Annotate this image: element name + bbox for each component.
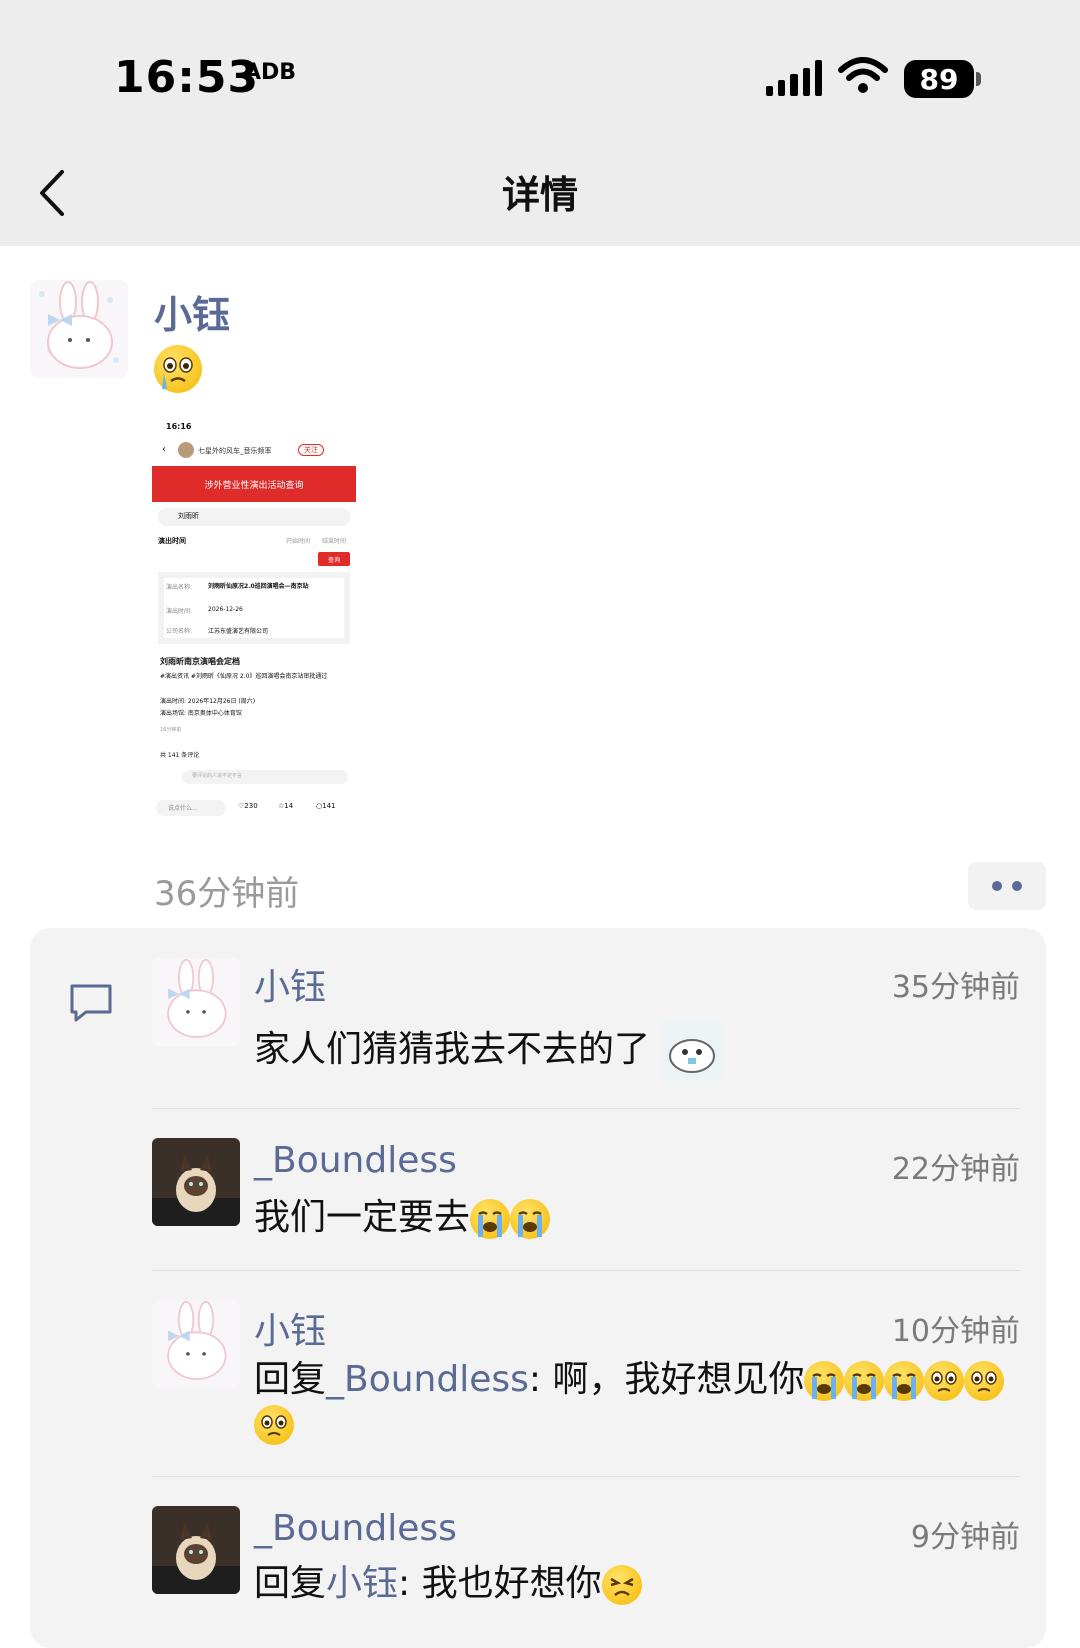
teary-emoji-icon	[154, 345, 202, 393]
poster-avatar[interactable]	[30, 280, 128, 378]
more-dots-icon[interactable]	[968, 862, 1046, 910]
crying-emoji-icon	[844, 1361, 885, 1401]
shot-field1-value: 刘雨昕仙原况2.0巡回演唱会—南京站	[208, 583, 309, 590]
comment-time: 22分钟前	[891, 1152, 1020, 1187]
comment-avatar[interactable]	[152, 1138, 240, 1226]
shot-banner: 涉外营业性演出活动查询	[152, 466, 356, 502]
comment-avatar[interactable]	[152, 958, 240, 1046]
comment-time: 10分钟前	[891, 1314, 1020, 1349]
comment-time: 35分钟前	[891, 970, 1020, 1005]
page-title: 详情	[501, 173, 578, 217]
shot-follow-button: 关注	[298, 444, 324, 456]
shot-time-label: 演出时间	[158, 537, 186, 545]
comment-text: 回复小钰: 我也好想你	[254, 1562, 642, 1606]
comment-avatar[interactable]	[152, 1300, 240, 1388]
comment-text: 我们一定要去	[254, 1196, 551, 1240]
status-time: 16:53	[114, 52, 260, 103]
comment-author[interactable]: _Boundless	[254, 1508, 457, 1549]
shot-date-end: 结束时间	[322, 538, 347, 545]
shot-field2-label: 演出时间:	[166, 608, 193, 615]
comment-author[interactable]: 小钰	[254, 1302, 326, 1354]
shot-line2: 演出时间: 2026年12月26日 (周六)	[160, 698, 256, 705]
shot-query-button: 查询	[318, 552, 350, 566]
shot-line3: 演出场馆: 南京奥体中心体育馆	[160, 710, 242, 717]
comment-author[interactable]: 小钰	[254, 958, 326, 1010]
teary-emoji-icon	[924, 1361, 965, 1401]
shot-header-user: 七星外的风车_音乐频率	[198, 447, 272, 455]
poster-name[interactable]: 小钰	[154, 284, 230, 339]
shot-back-icon: ‹	[162, 444, 166, 455]
signal-icon	[766, 60, 823, 96]
shot-date-start: 开始时间	[286, 538, 311, 545]
shot-avatar	[178, 442, 194, 458]
status-extra: ADB	[244, 60, 297, 85]
shot-status-time: 16:16	[166, 422, 192, 431]
comment-time: 9分钟前	[910, 1520, 1020, 1555]
post-image[interactable]: 16:16 ‹ 七星外的风车_音乐频率 关注 涉外营业性演出活动查询 刘雨昕 演…	[152, 410, 356, 830]
divider	[152, 1108, 1020, 1109]
shot-stars: ☆14	[278, 802, 294, 810]
teary-emoji-icon	[254, 1405, 294, 1445]
comment-bubble-icon	[70, 984, 112, 1022]
teary-emoji-icon	[964, 1361, 1005, 1401]
shot-post-age: 16分钟前	[160, 727, 182, 733]
battery-tip	[976, 72, 981, 86]
angry-emoji-icon	[601, 1565, 642, 1605]
wifi-icon	[838, 57, 888, 93]
shot-field3-label: 公司名称:	[166, 628, 193, 635]
sticker-icon	[661, 1020, 724, 1082]
reply-target-link[interactable]: _Boundless	[326, 1359, 529, 1400]
shot-field2-value: 2026-12-26	[208, 606, 243, 613]
comment-avatar[interactable]	[152, 1506, 240, 1594]
shot-search-value: 刘雨昕	[178, 512, 199, 520]
shot-input-placeholder: 要评论的人说不定不言	[192, 773, 243, 779]
shot-bottom-input: 说点什么...	[168, 805, 198, 812]
divider	[152, 1476, 1020, 1477]
shot-field1-label: 演出名称:	[166, 584, 193, 591]
crying-emoji-icon	[470, 1199, 511, 1239]
reply-target-link[interactable]: 小钰	[326, 1563, 398, 1604]
comment-author[interactable]: _Boundless	[254, 1140, 457, 1181]
shot-comments-count: 共 141 条评论	[160, 752, 200, 759]
shot-line1: #演出资讯 #刘雨昕《仙原况 2.0》巡回演唱会南京站审批通过	[160, 673, 328, 680]
shot-comments: ○141	[316, 802, 336, 810]
post-time: 36分钟前	[154, 874, 300, 914]
battery-icon: 89	[904, 60, 974, 98]
comment-text: 家人们猜猜我去不去的了	[254, 1020, 724, 1082]
comment-text: 回复_Boundless: 啊，我好想见你	[254, 1358, 1044, 1446]
shot-post-title: 刘雨昕南京演唱会定档	[160, 657, 240, 666]
crying-emoji-icon	[884, 1361, 925, 1401]
shot-likes: ♡230	[238, 802, 258, 810]
divider	[152, 1270, 1020, 1271]
shot-field3-value: 江苏东盛演艺有限公司	[208, 628, 269, 635]
crying-emoji-icon	[804, 1361, 845, 1401]
crying-emoji-icon	[510, 1199, 551, 1239]
